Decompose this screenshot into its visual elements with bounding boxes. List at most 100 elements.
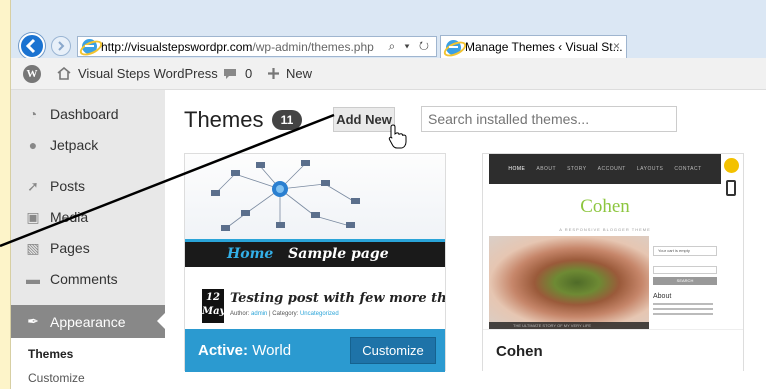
arrow-left-icon xyxy=(25,38,36,54)
address-bar[interactable]: http://visualstepswordpr.com/wp-admin/th… xyxy=(77,36,437,57)
address-controls[interactable]: ⌕ ▾ ↻ xyxy=(388,39,432,54)
preview-cart-box: Your cart is empty xyxy=(653,246,717,256)
url-host: http://visualstepswordpr.com xyxy=(101,39,253,54)
site-name-link[interactable]: Visual Steps WordPress xyxy=(57,66,218,81)
preview-logo: Cohen xyxy=(580,196,630,217)
submenu-customize[interactable]: Customize xyxy=(28,371,85,385)
wordpress-logo-button[interactable]: W xyxy=(23,65,41,83)
back-button[interactable] xyxy=(19,33,45,59)
preview-text-line xyxy=(653,303,713,305)
preview-nav-item: LAYOUTS xyxy=(636,166,664,172)
sidebar-item-jetpack[interactable]: ● Jetpack xyxy=(11,130,165,160)
meta-category: Uncategorized xyxy=(299,311,339,317)
jetpack-icon: ● xyxy=(28,137,38,153)
new-label: New xyxy=(286,66,313,81)
sidebar-item-comments[interactable]: ▬ Comments xyxy=(11,264,165,294)
sidebar-item-media[interactable]: ▣ Media xyxy=(11,202,165,232)
preview-search-field xyxy=(653,266,717,274)
preview-nav-item: ABOUT xyxy=(536,166,557,172)
meta-category-label: | Category: xyxy=(269,311,299,317)
preview-text-line xyxy=(653,308,713,310)
wp-admin-bar: W Visual Steps WordPress 0 New xyxy=(11,58,766,90)
preview-post-meta: Author: admin | Category: Uncategorized xyxy=(230,311,339,317)
submenu-themes[interactable]: Themes xyxy=(28,347,73,361)
appearance-submenu: Themes Customize xyxy=(11,338,165,389)
theme-card-cohen[interactable]: HOME ABOUT STORY ACCOUNT LAYOUTS CONTACT… xyxy=(482,153,744,372)
preview-tagline: A RESPONSIVE BLOGGER THEME xyxy=(559,227,651,232)
ie-icon xyxy=(446,39,461,55)
preview-post-title: Testing post with few more things xyxy=(230,291,445,306)
plus-icon xyxy=(268,68,279,79)
cohen-nav-preview: HOME ABOUT STORY ACCOUNT LAYOUTS CONTACT xyxy=(489,154,721,184)
theme-name-cohen: Cohen xyxy=(496,342,543,360)
preview-date-day: 12 xyxy=(206,292,220,303)
theme-screenshot-cohen: HOME ABOUT STORY ACCOUNT LAYOUTS CONTACT… xyxy=(483,154,743,329)
meta-author-label: Author: xyxy=(230,311,250,317)
page-title: Themes xyxy=(184,107,264,132)
sidebar-item-label: Pages xyxy=(50,240,90,256)
sidebar-item-label: Appearance xyxy=(50,313,126,330)
themes-main: Themes 11 Add New Search installed theme… xyxy=(165,90,766,389)
sidebar-item-label: Media xyxy=(50,209,89,225)
brush-icon: ✒ xyxy=(27,313,39,329)
sidebar-item-label: Comments xyxy=(50,271,118,287)
pages-icon: ▧ xyxy=(26,239,40,256)
customize-button[interactable]: Customize xyxy=(350,337,436,364)
sidebar-item-pages[interactable]: ▧ Pages xyxy=(11,233,165,263)
theme-card-footer-cohen: Cohen xyxy=(483,329,743,372)
window-left-margin xyxy=(0,0,11,389)
preview-nav-item: HOME xyxy=(508,166,526,172)
address-url: http://visualstepswordpr.com/wp-admin/th… xyxy=(101,40,374,54)
theme-name-world: World xyxy=(252,342,292,359)
tab-manage-themes[interactable]: Manage Themes ‹ Visual St... × xyxy=(440,35,627,58)
sidebar-item-dashboard[interactable]: ◔ Dashboard xyxy=(11,99,165,129)
food-photo xyxy=(489,236,673,329)
sidebar-item-label: Jetpack xyxy=(50,137,99,153)
home-icon xyxy=(57,67,71,80)
arrow-right-icon xyxy=(58,41,65,51)
meta-author: admin xyxy=(251,311,268,317)
media-icon: ▣ xyxy=(26,208,40,225)
cohen-logo-area: Cohen A RESPONSIVE BLOGGER THEME xyxy=(489,184,721,236)
sidebar-item-appearance[interactable]: ✒ Appearance xyxy=(11,305,165,338)
comments-link[interactable]: 0 xyxy=(223,66,252,81)
comment-bubble-icon xyxy=(224,68,236,79)
pin-icon: ➚ xyxy=(27,177,39,194)
comments-count: 0 xyxy=(245,66,253,81)
dashboard-icon: ◔ xyxy=(28,106,38,122)
world-nav-preview: Home Sample page xyxy=(185,239,445,267)
active-theme-label: Active: World xyxy=(198,342,291,359)
preview-date-badge: 12 May xyxy=(202,289,226,323)
theme-card-world[interactable]: Home Sample page 12 May Testing post wit… xyxy=(184,153,446,372)
preview-search-button: SEARCH xyxy=(653,277,717,285)
theme-screenshot-world: Home Sample page 12 May Testing post wit… xyxy=(185,154,445,329)
sidebar-item-label: Posts xyxy=(50,178,86,194)
cohen-sidebar-preview: Your cart is empty SEARCH About xyxy=(649,236,721,329)
ie-icon xyxy=(82,39,97,54)
preview-about-heading: About xyxy=(653,293,672,300)
theme-card-footer-world: Active: World Customize xyxy=(185,329,445,372)
network-graphic xyxy=(185,154,445,239)
theme-count-badge: 11 xyxy=(272,110,302,130)
sidebar-item-label: Dashboard xyxy=(50,106,119,122)
site-name: Visual Steps WordPress xyxy=(78,66,218,81)
tab-close-icon[interactable]: × xyxy=(613,39,620,53)
preview-nav-item: ACCOUNT xyxy=(597,166,626,172)
preview-nav-home: Home xyxy=(227,246,274,262)
preview-nav-item: CONTACT xyxy=(674,166,702,172)
new-content-link[interactable]: New xyxy=(267,66,312,81)
add-new-button[interactable]: Add New xyxy=(333,107,395,132)
preview-date-month: May xyxy=(202,306,226,317)
network-diagram-icon xyxy=(211,160,360,231)
preview-nav-sample: Sample page xyxy=(288,246,389,262)
preview-nav-item: STORY xyxy=(567,166,587,172)
comments-icon: ▬ xyxy=(26,271,40,287)
forward-button[interactable] xyxy=(51,36,71,56)
mobile-preview-icon xyxy=(726,180,736,196)
overlay-widget-icon xyxy=(724,158,739,173)
url-path: /wp-admin/themes.php xyxy=(252,39,374,54)
tab-title: Manage Themes ‹ Visual St... xyxy=(465,40,623,54)
wordpress-icon: W xyxy=(23,65,41,83)
sidebar-item-posts[interactable]: ➚ Posts xyxy=(11,171,165,201)
search-themes-input[interactable] xyxy=(421,106,677,132)
